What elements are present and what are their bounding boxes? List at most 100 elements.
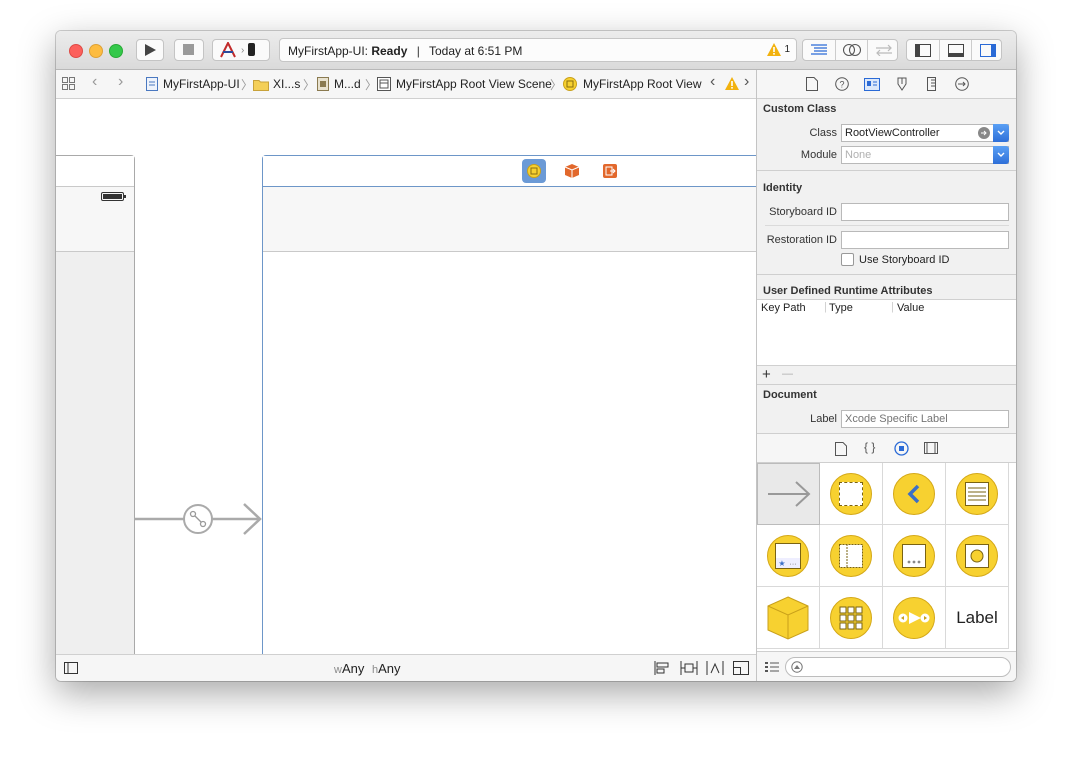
filter-icon [791, 661, 803, 673]
project-file-icon [146, 77, 158, 91]
zoom-window-button[interactable] [109, 44, 123, 58]
assistant-editor-button[interactable] [835, 40, 868, 60]
resizing-behavior-button[interactable] [733, 661, 749, 678]
class-navigate-button[interactable] [978, 127, 990, 139]
field-divider [765, 225, 1009, 226]
document-label-label: Label [810, 413, 837, 425]
jumpbar-item-scene[interactable]: MyFirstApp Root View Scene [377, 77, 552, 91]
jumpbar-label: MyFirstApp Root View Scene [396, 77, 552, 91]
folder-icon [253, 79, 269, 91]
version-editor-button[interactable] [867, 40, 900, 60]
file-template-library-tab[interactable] [835, 442, 847, 459]
issue-next-button[interactable]: › [744, 73, 749, 91]
column-type[interactable]: Type [829, 302, 853, 314]
library-item-view-controller[interactable] [820, 463, 883, 525]
identity-title: Identity [763, 182, 803, 194]
first-responder-icon [564, 164, 580, 178]
dock-first-responder-button[interactable] [564, 163, 580, 182]
library-item-av-player-view-controller[interactable] [883, 587, 946, 649]
run-button[interactable] [136, 39, 164, 61]
library-item-storyboard-entry-point[interactable] [757, 463, 820, 525]
warning-icon [767, 43, 782, 56]
storyboard-id-label: Storyboard ID [769, 206, 837, 218]
library-item-split-view-controller[interactable] [820, 525, 883, 587]
size-class-control[interactable]: wAny hAny [334, 661, 401, 676]
restoration-id-field[interactable] [841, 231, 1009, 249]
library-item-table-view-controller[interactable] [946, 463, 1009, 525]
minimize-window-button[interactable] [89, 44, 103, 58]
class-dropdown-button[interactable] [993, 124, 1009, 142]
identity-inspector-tab[interactable] [864, 76, 880, 92]
media-library-tab[interactable] [924, 442, 938, 457]
class-label: Class [809, 127, 837, 139]
issue-previous-button[interactable]: ‹ [710, 73, 715, 91]
add-attribute-button[interactable]: + [762, 366, 771, 383]
standard-editor-button[interactable] [803, 40, 835, 60]
module-select[interactable]: None [841, 146, 1009, 164]
align-button[interactable] [654, 661, 670, 678]
library-item-label[interactable]: Label [946, 587, 1009, 649]
debug-area-toggle-button[interactable] [939, 40, 972, 60]
pin-button[interactable] [680, 661, 698, 678]
dock-exit-button[interactable] [602, 163, 618, 182]
library-filter-field[interactable] [785, 657, 1011, 677]
column-key-path[interactable]: Key Path [761, 302, 806, 314]
checkbox-box[interactable] [841, 253, 854, 266]
library-tabs: { } [757, 434, 1016, 463]
related-items-button[interactable] [62, 77, 75, 90]
library-item-glkit-view-controller[interactable] [946, 525, 1009, 587]
back-button[interactable]: ‹ [92, 73, 97, 91]
library-item-collection-view-controller[interactable] [820, 587, 883, 649]
column-value[interactable]: Value [897, 302, 924, 314]
forward-button[interactable]: › [118, 73, 123, 91]
navigation-bar[interactable] [263, 187, 756, 252]
jumpbar-item-storyboard[interactable]: M...d [317, 77, 361, 91]
svg-text:?: ? [839, 80, 844, 90]
connections-inspector-tab[interactable] [954, 76, 970, 92]
remove-attribute-button[interactable]: — [782, 368, 793, 380]
previous-scene[interactable] [56, 155, 135, 654]
segue-arrow[interactable] [134, 499, 274, 539]
module-dropdown-button[interactable] [993, 146, 1009, 164]
resolve-issues-icon [706, 661, 724, 675]
library-item-page-view-controller[interactable] [883, 525, 946, 587]
file-icon [806, 77, 818, 91]
attributes-inspector-tab[interactable] [894, 76, 910, 92]
document-label-field[interactable] [841, 410, 1009, 428]
library-item-object[interactable] [757, 587, 820, 649]
document-outline-toggle[interactable] [64, 662, 78, 677]
storyboard-id-field[interactable] [841, 203, 1009, 221]
jumpbar-item-project[interactable]: MyFirstApp-UI [146, 77, 240, 91]
quick-help-tab[interactable]: ? [834, 76, 850, 92]
breadcrumb-separator: 〉 [303, 78, 316, 92]
code-snippet-library-tab[interactable]: { } [864, 440, 875, 454]
utilities-toggle-button[interactable] [971, 40, 1004, 60]
object-library-tab[interactable] [894, 441, 909, 459]
jumpbar-item-group[interactable]: XI...s [253, 77, 300, 91]
stop-button[interactable] [174, 39, 204, 61]
resolve-issues-button[interactable] [706, 661, 724, 678]
warning-indicator[interactable]: 1 [767, 43, 790, 56]
breadcrumb-separator: 〉 [550, 78, 563, 92]
object-library-grid: ★ ··· Label [757, 463, 1016, 651]
root-view-scene[interactable] [262, 155, 756, 654]
dock-view-controller-button[interactable] [522, 159, 546, 183]
runtime-attributes-table[interactable] [757, 317, 1016, 366]
file-inspector-tab[interactable] [804, 76, 820, 92]
jumpbar-item-view-controller[interactable]: MyFirstApp Root View [563, 77, 701, 91]
storyboard-canvas[interactable] [56, 99, 756, 654]
library-item-navigation-controller[interactable] [883, 463, 946, 525]
forward-icon: › [118, 73, 124, 90]
navigator-toggle-button[interactable] [907, 40, 939, 60]
warning-icon [725, 77, 739, 90]
navigation-controller-icon [893, 472, 935, 515]
library-list-view-toggle[interactable] [765, 661, 779, 676]
scheme-selector[interactable]: › [212, 39, 270, 61]
use-storyboard-id-checkbox[interactable]: Use Storyboard ID [841, 253, 949, 266]
canvas-bottom-bar: wAny hAny [56, 654, 756, 681]
arrow-right-icon [981, 130, 987, 136]
close-window-button[interactable] [69, 44, 83, 58]
issue-indicator[interactable] [725, 77, 739, 90]
library-item-tab-bar-controller[interactable]: ★ ··· [757, 525, 820, 587]
size-inspector-tab[interactable] [924, 76, 940, 92]
